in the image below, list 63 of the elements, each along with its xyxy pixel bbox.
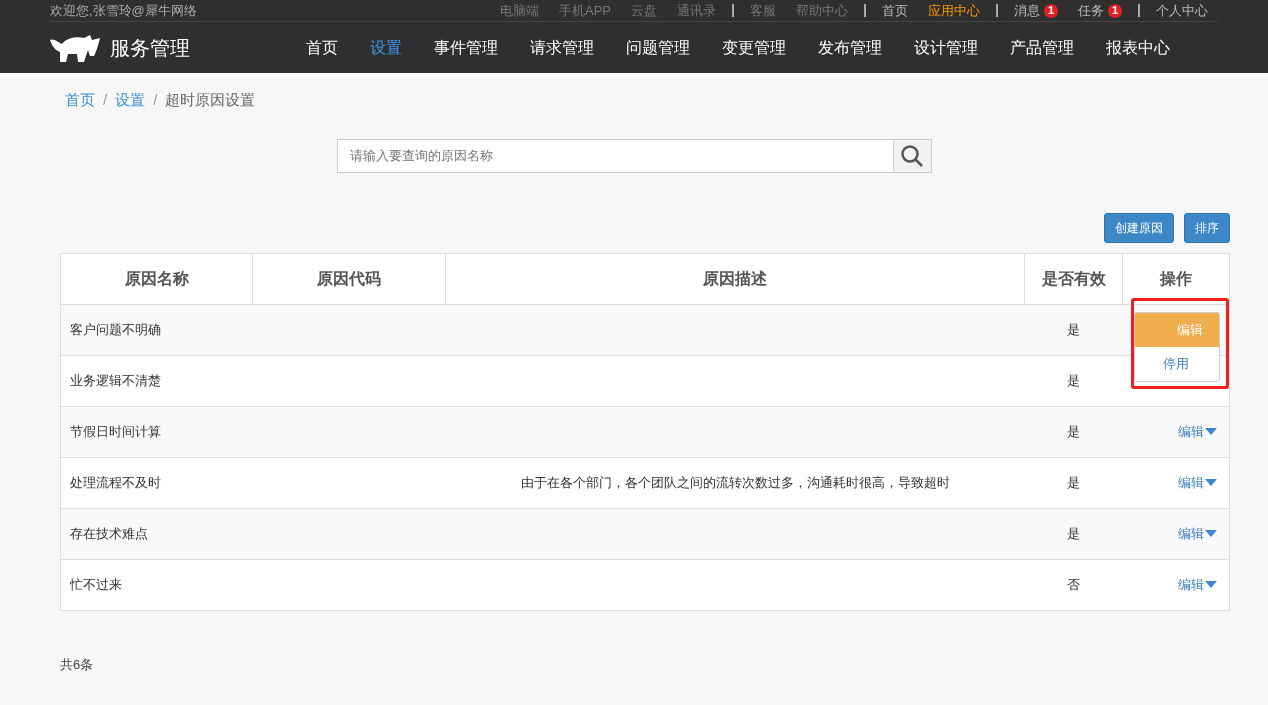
brand-title: 服务管理 bbox=[110, 35, 190, 61]
table-cell: 是 bbox=[1067, 475, 1080, 491]
breadcrumb-separator: / bbox=[103, 89, 108, 110]
nav-tab[interactable]: 发布管理 bbox=[818, 35, 882, 60]
nav-tab[interactable]: 问题管理 bbox=[626, 35, 690, 60]
welcome-text: 欢迎您,张雪玲@犀牛网络 bbox=[50, 1, 198, 20]
table-cell: 处理流程不及时 bbox=[70, 475, 161, 491]
top-link[interactable]: 任务 1 bbox=[1068, 0, 1132, 21]
top-link[interactable]: 电脑端 bbox=[490, 0, 549, 21]
table-cell: 忙不过来 bbox=[70, 577, 122, 593]
table-cell: 客户问题不明确 bbox=[70, 322, 161, 338]
table-cell: 是 bbox=[1067, 322, 1080, 338]
top-link[interactable]: 手机APP bbox=[549, 0, 621, 21]
nav-tab[interactable]: 设计管理 bbox=[914, 35, 978, 60]
caret-icon bbox=[1205, 530, 1217, 538]
top-link[interactable]: 个人中心 bbox=[1146, 0, 1218, 21]
table-cell: 是 bbox=[1067, 373, 1080, 389]
table-cell: 存在技术难点 bbox=[70, 526, 148, 542]
search-icon bbox=[900, 144, 924, 168]
top-link[interactable]: 帮助中心 bbox=[786, 0, 858, 21]
caret-icon bbox=[1205, 428, 1217, 436]
top-link[interactable]: 云盘 bbox=[621, 0, 667, 21]
rhino-logo-icon bbox=[50, 33, 100, 62]
table-cell: 是 bbox=[1067, 526, 1080, 542]
caret-icon bbox=[1205, 581, 1217, 589]
notification-badge: 1 bbox=[1044, 3, 1058, 18]
column-header: 原因描述 bbox=[445, 253, 1025, 305]
record-count: 共6条 bbox=[60, 656, 95, 674]
top-link[interactable]: 消息 1 bbox=[1004, 0, 1068, 21]
table-cell: 节假日时间计算 bbox=[70, 424, 161, 440]
top-link[interactable]: 通讯录 bbox=[667, 0, 726, 21]
breadcrumb-link[interactable]: 设置 bbox=[115, 88, 146, 112]
column-header: 操作 bbox=[1122, 253, 1230, 305]
column-header: 原因名称 bbox=[60, 253, 253, 305]
table-cell: 业务逻辑不清楚 bbox=[70, 373, 161, 389]
nav-tab[interactable]: 报表中心 bbox=[1106, 35, 1170, 60]
nav-tab[interactable]: 事件管理 bbox=[434, 35, 498, 60]
edit-link[interactable]: 编辑 bbox=[1178, 473, 1217, 493]
top-link[interactable]: 客服 bbox=[740, 0, 786, 21]
breadcrumb-link[interactable]: 首页 bbox=[65, 88, 95, 112]
edit-link[interactable]: 编辑 bbox=[1178, 524, 1217, 544]
edit-link[interactable]: 编辑 bbox=[1178, 575, 1217, 595]
edit-link[interactable]: 编辑 bbox=[1178, 422, 1217, 442]
nav-tab[interactable]: 变更管理 bbox=[722, 35, 786, 60]
search-button[interactable] bbox=[893, 139, 932, 173]
top-link[interactable]: 首页 bbox=[872, 0, 918, 21]
top-link[interactable]: 应用中心 bbox=[918, 0, 990, 21]
search-field[interactable]: 请输入要查询的原因名称 bbox=[336, 139, 894, 173]
table-cell: 是 bbox=[1067, 424, 1080, 440]
table-cell: 否 bbox=[1067, 577, 1080, 593]
breadcrumb-current: 超时原因设置 bbox=[165, 89, 256, 110]
caret-icon bbox=[1205, 479, 1217, 487]
column-header: 是否有效 bbox=[1024, 253, 1123, 305]
notification-badge: 1 bbox=[1108, 3, 1122, 18]
nav-tab[interactable]: 产品管理 bbox=[1010, 35, 1074, 60]
nav-tab[interactable]: 首页 bbox=[306, 35, 338, 60]
action-button[interactable]: 排序 bbox=[1184, 213, 1230, 243]
action-button[interactable]: 创建原因 bbox=[1104, 213, 1174, 243]
column-header: 原因代码 bbox=[252, 253, 446, 305]
breadcrumb-separator: / bbox=[153, 89, 158, 110]
nav-tab[interactable]: 请求管理 bbox=[530, 35, 594, 60]
table-cell: 由于在各个部门，各个团队之间的流转次数过多，沟通耗时很高，导致超时 bbox=[520, 475, 950, 491]
nav-tab[interactable]: 设置 bbox=[370, 35, 402, 60]
